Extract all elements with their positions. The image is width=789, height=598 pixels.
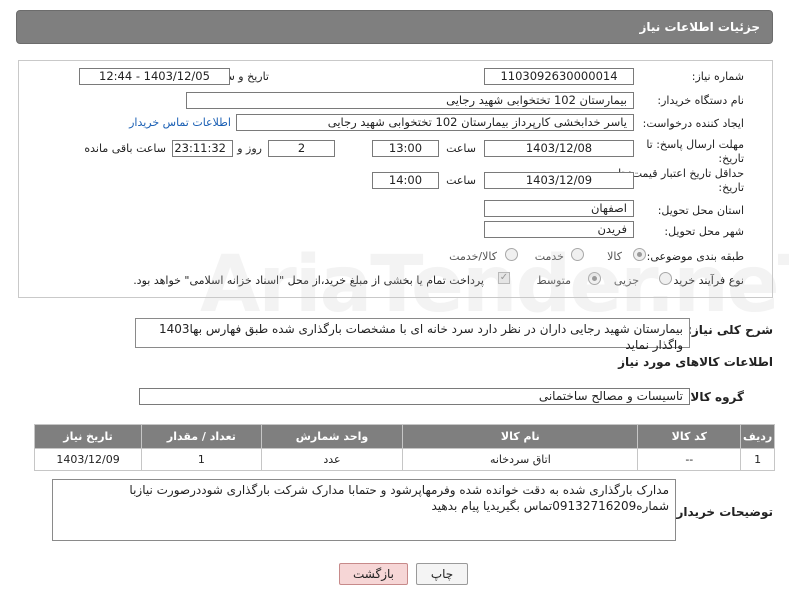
reply-deadline-date-label: تاریخ: bbox=[718, 152, 744, 165]
need-number-field: 1103092630000014 bbox=[484, 68, 634, 85]
process-radio-minor[interactable] bbox=[659, 272, 672, 285]
category-label: طبقه بندی موضوعی: bbox=[646, 250, 744, 263]
city-label: شهر محل تحویل: bbox=[664, 225, 744, 238]
col-goods-code: کد کالا bbox=[637, 424, 742, 449]
summary-label: شرح کلی نیاز: bbox=[687, 323, 773, 337]
process-option-medium: متوسط bbox=[536, 274, 571, 287]
back-button[interactable]: بازگشت bbox=[339, 563, 408, 585]
buyer-org-field: بیمارستان 102 تختخوابی شهید رجایی bbox=[186, 92, 634, 109]
category-radio-service[interactable] bbox=[571, 248, 584, 261]
remaining-label: ساعت باقی مانده bbox=[84, 142, 166, 155]
col-unit: واحد شمارش bbox=[260, 424, 404, 449]
validity-time-label: ساعت bbox=[446, 174, 476, 187]
cell-unit: عدد bbox=[260, 448, 404, 471]
category-option-goods-service: کالا/خدمت bbox=[449, 250, 497, 263]
page-header: جزئیات اطلاعات نیاز bbox=[16, 10, 773, 44]
validity-date-field: 1403/12/09 bbox=[484, 172, 634, 189]
category-radio-goods-service[interactable] bbox=[505, 248, 518, 261]
cell-quantity: 1 bbox=[141, 448, 262, 471]
print-button[interactable]: چاپ bbox=[416, 563, 468, 585]
buyer-notes-textbox[interactable]: مدارک بارگذاری شده به دقت خوانده شده وفر… bbox=[52, 479, 676, 541]
city-field: فریدن bbox=[484, 221, 634, 238]
col-quantity: تعداد / مقدار bbox=[141, 424, 262, 449]
goods-table-header: ردیف کد کالا نام کالا واحد شمارش تعداد /… bbox=[33, 424, 775, 449]
reply-time-field: 13:00 bbox=[372, 140, 439, 157]
cell-goods-name: اتاق سردخانه bbox=[402, 448, 639, 471]
reply-deadline-label: مهلت ارسال پاسخ: تا bbox=[646, 138, 744, 151]
category-option-goods: کالا bbox=[607, 250, 622, 263]
buyer-notes-line-2: شماره09132716209تماس بگیریدیا پیام بدهید bbox=[431, 499, 669, 513]
treasury-payment-note: پرداخت تمام یا بخشی از مبلغ خرید،از محل … bbox=[133, 274, 484, 287]
process-radio-medium[interactable] bbox=[588, 272, 601, 285]
process-label: نوع فرآیند خرید : bbox=[666, 274, 744, 287]
validity-time-field: 14:00 bbox=[372, 172, 439, 189]
buyer-contact-link[interactable]: اطلاعات تماس خریدار bbox=[129, 116, 231, 129]
buyer-notes-line-1: مدارک بارگذاری شده به دقت خوانده شده وفر… bbox=[129, 483, 669, 497]
col-goods-name: نام کالا bbox=[402, 424, 639, 449]
category-radio-goods[interactable] bbox=[633, 248, 646, 261]
table-row: 1 -- اتاق سردخانه عدد 1 1403/12/09 bbox=[33, 448, 775, 471]
cell-row: 1 bbox=[740, 448, 775, 471]
goods-table: ردیف کد کالا نام کالا واحد شمارش تعداد /… bbox=[33, 424, 775, 471]
announce-datetime-field: 1403/12/05 - 12:44 bbox=[79, 68, 230, 85]
requester-label: ایجاد کننده درخواست: bbox=[642, 117, 744, 130]
goods-group-label: گروه کالا: bbox=[685, 390, 744, 404]
days-remaining-field: 2 bbox=[268, 140, 335, 157]
process-option-minor: جزیی bbox=[613, 274, 639, 287]
cell-need-date: 1403/12/09 bbox=[33, 448, 143, 471]
summary-textbox[interactable]: بیمارستان شهید رجایی داران در نظر دارد س… bbox=[135, 318, 690, 352]
days-label: روز و bbox=[237, 142, 262, 155]
summary-line-2: واگذار نماید bbox=[625, 338, 683, 352]
province-label: استان محل تحویل: bbox=[657, 204, 744, 217]
min-validity-date-label: تاریخ: bbox=[718, 181, 744, 194]
requester-field: یاسر خدابخشی کارپرداز بیمارستان 102 تختخ… bbox=[236, 114, 634, 131]
treasury-payment-checkbox[interactable]: ✓ bbox=[498, 272, 510, 284]
remaining-time-field: 23:11:32 bbox=[172, 140, 233, 157]
min-validity-label: حداقل تاریخ اعتبار قیمت: تا bbox=[618, 167, 744, 180]
summary-line-1: بیمارستان شهید رجایی داران در نظر دارد س… bbox=[158, 322, 683, 336]
goods-info-title: اطلاعات کالاهای مورد نیاز bbox=[618, 355, 773, 369]
reply-date-field: 1403/12/08 bbox=[484, 140, 634, 157]
reply-time-label: ساعت bbox=[446, 142, 476, 155]
category-option-service: خدمت bbox=[534, 250, 564, 263]
cell-goods-code: -- bbox=[637, 448, 742, 471]
buyer-org-label: نام دستگاه خریدار: bbox=[657, 94, 744, 107]
goods-group-field: تاسیسات و مصالح ساختمانی bbox=[139, 388, 690, 405]
need-number-label: شماره نیاز: bbox=[691, 70, 744, 83]
page-title: جزئیات اطلاعات نیاز bbox=[639, 20, 760, 34]
col-need-date: تاریخ نیاز bbox=[33, 424, 143, 449]
col-row: ردیف bbox=[740, 424, 775, 449]
buyer-notes-label: توضیحات خریدار: bbox=[671, 505, 773, 519]
province-field: اصفهان bbox=[484, 200, 634, 217]
